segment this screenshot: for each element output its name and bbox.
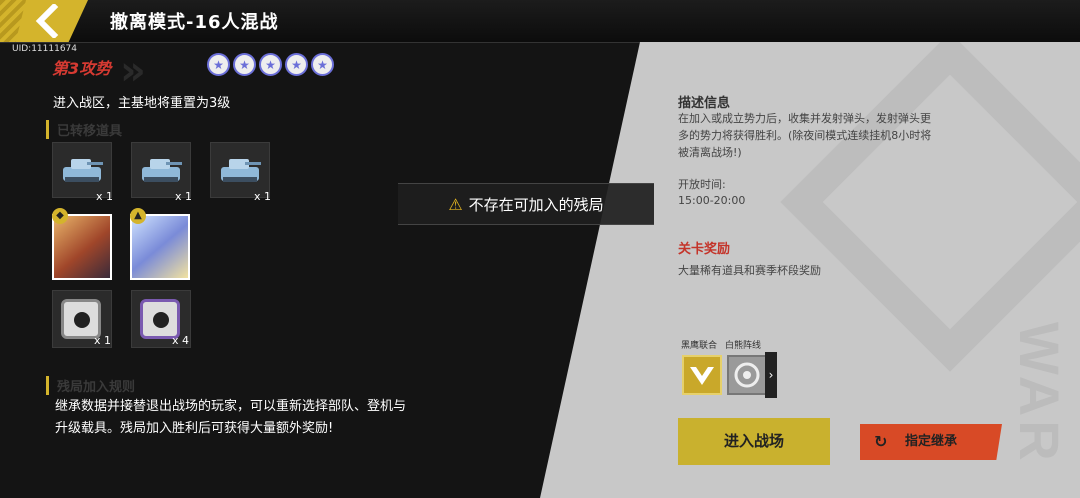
- item-count: x 4: [172, 334, 190, 347]
- difficulty-stars: ★ ★ ★ ★ ★: [207, 53, 334, 76]
- carried-items-title: 已转移道具: [46, 120, 122, 139]
- enter-battle-button[interactable]: 进入战场: [678, 418, 830, 465]
- uid-label: UID:11111674: [12, 44, 78, 54]
- crate-icon: [61, 299, 101, 339]
- wave-label: 第3攻势: [52, 59, 112, 78]
- rank-badge-icon: ◆: [52, 208, 68, 224]
- faction-black-eagle[interactable]: [682, 355, 722, 395]
- page-title: 撤离模式-16人混战: [110, 12, 279, 33]
- info-title: 描述信息: [678, 96, 731, 111]
- item-count: x 1: [175, 190, 193, 203]
- toast-message: ⚠ 不存在可加入的残局: [398, 183, 654, 225]
- crate-icon: [140, 299, 180, 339]
- assign-inherit-button[interactable]: ↻ 指定继承: [860, 424, 1002, 460]
- tank-icon: [221, 159, 261, 182]
- warning-icon: ⚠: [448, 194, 463, 214]
- back-button[interactable]: [30, 2, 70, 40]
- star-icon: ★: [259, 53, 282, 76]
- faction-white-bear[interactable]: [727, 355, 767, 395]
- eagle-emblem-icon: [690, 367, 714, 385]
- decor-watermark: WAR: [1008, 322, 1071, 465]
- toast-text: 不存在可加入的残局: [468, 195, 604, 214]
- join-rules-text: 继承数据并接替退出战场的玩家，可以重新选择部队、登机与升级载具。残局加入胜利后可…: [55, 399, 407, 436]
- hero-card[interactable]: ◆: [52, 208, 112, 280]
- hero-card[interactable]: ▲: [130, 208, 190, 280]
- back-arrow-icon: [35, 2, 59, 40]
- reward-title: 关卡奖励: [678, 242, 731, 257]
- faction-label: 黑鹰联合: [681, 341, 718, 351]
- join-rules-title: 残局加入规则: [46, 376, 135, 395]
- item-count: x 1: [96, 190, 114, 203]
- star-icon: ★: [207, 53, 230, 76]
- faction-next-arrow-icon[interactable]: ›: [765, 352, 777, 398]
- open-time-label: 开放时间:: [678, 178, 726, 191]
- open-time-value: 15:00-20:00: [678, 194, 746, 207]
- top-bar: 撤离模式-16人混战: [0, 0, 1080, 43]
- item-count: x 1: [94, 334, 112, 347]
- star-icon: ★: [233, 53, 256, 76]
- faction-label: 白熊阵线: [725, 341, 762, 351]
- star-icon: ★: [311, 53, 334, 76]
- bear-emblem-icon: [734, 362, 760, 388]
- assign-inherit-label: 指定继承: [904, 434, 957, 449]
- rank-badge-icon: ▲: [130, 208, 146, 224]
- star-icon: ★: [285, 53, 308, 76]
- reward-text: 大量稀有道具和赛季杯段奖励: [678, 264, 821, 277]
- refresh-icon: ↻: [874, 432, 888, 451]
- decor-diamond: [780, 42, 1080, 372]
- tank-icon: [63, 159, 103, 182]
- mode-description: 进入战区，主基地将重置为3级: [53, 96, 231, 111]
- item-count: x 1: [254, 190, 272, 203]
- decor-chevrons: »: [120, 48, 146, 94]
- tank-icon: [142, 159, 182, 182]
- info-text: 在加入或成立势力后，收集并发射弹头，发射弹头更多的势力将获得胜利。(除夜间模式连…: [678, 112, 932, 159]
